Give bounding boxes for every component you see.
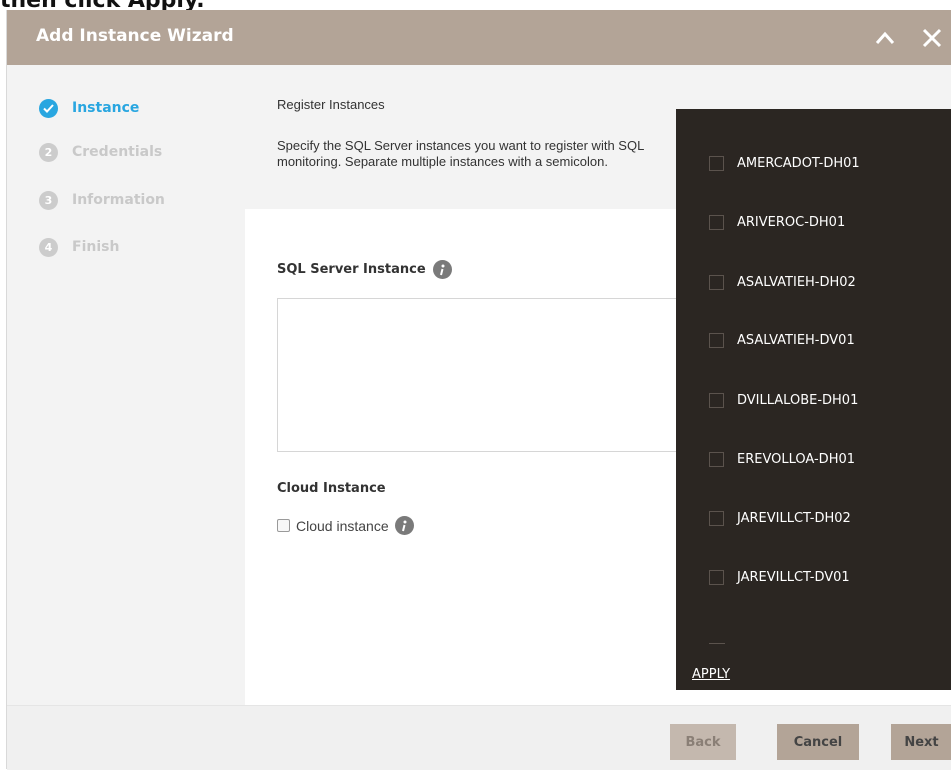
step-label: Instance [72, 100, 140, 116]
dropdown-item[interactable]: AMERCADOT-DH01 [709, 156, 860, 171]
cloud-instance-checkbox-row[interactable]: Cloud instance [277, 516, 414, 535]
step-number: 2 [39, 142, 58, 162]
dropdown-item[interactable]: JAREVILLCT-DH02 [709, 511, 851, 526]
next-button[interactable]: Next [891, 724, 951, 760]
section-description: Specify the SQL Server instances you wan… [277, 138, 644, 169]
cancel-button[interactable]: Cancel [777, 724, 859, 760]
chevron-up-icon [875, 31, 895, 44]
wizard-steps-sidebar: Instance 2 Credentials 3 Information 4 F… [7, 65, 245, 715]
dialog-footer: Back Cancel Next [7, 705, 951, 770]
dropdown-item[interactable]: ASALVATIEH-DV01 [709, 333, 855, 348]
cloud-instance-checkbox-label: Cloud instance [296, 517, 389, 534]
cloud-instance-heading: Cloud Instance [277, 481, 386, 496]
step-number: 3 [39, 190, 58, 210]
instance-dropdown-list: AMERCADOT-DH01 ARIVEROC-DH01 ASALVATIEH-… [676, 109, 951, 690]
dropdown-item[interactable]: JAREVILLCT-DV01 [709, 570, 850, 585]
sql-server-instance-input[interactable] [277, 298, 699, 452]
item-checkbox[interactable] [709, 511, 724, 526]
info-icon[interactable] [394, 516, 414, 535]
item-checkbox[interactable] [709, 215, 724, 230]
dropdown-item[interactable]: EREVOLLOA-DH01 [709, 452, 855, 467]
item-checkbox[interactable] [709, 393, 724, 408]
back-button[interactable]: Back [670, 724, 736, 760]
item-checkbox[interactable] [709, 156, 724, 171]
dialog-title: Add Instance Wizard [36, 26, 234, 46]
dropdown-item-label: DVILLALOBE-DH01 [737, 393, 859, 408]
dropdown-item-label: ASALVATIEH-DV01 [737, 333, 855, 348]
sql-server-instance-label: SQL Server Instance [277, 260, 452, 279]
dialog-titlebar: Add Instance Wizard [7, 10, 951, 65]
check-icon [39, 98, 58, 118]
item-checkbox[interactable] [709, 570, 724, 585]
dropdown-item[interactable]: DVILLALOBE-DH01 [709, 393, 858, 408]
info-icon[interactable] [432, 260, 452, 279]
item-checkbox[interactable] [709, 452, 724, 467]
page-caption: then click Apply. [0, 0, 205, 13]
step-instance[interactable]: Instance [39, 97, 139, 119]
section-title: Register Instances [277, 97, 385, 112]
dropdown-scroll-cutoff [709, 643, 725, 644]
close-icon [922, 28, 942, 48]
dropdown-item-label: JAREVILLCT-DV01 [737, 570, 850, 585]
cloud-instance-checkbox[interactable] [277, 519, 290, 532]
step-label: Credentials [72, 144, 163, 160]
item-checkbox[interactable] [709, 275, 724, 290]
close-button[interactable] [912, 16, 951, 60]
dropdown-item[interactable]: ARIVEROC-DH01 [709, 215, 845, 230]
dropdown-item-label: AMERCADOT-DH01 [737, 156, 860, 171]
dropdown-item-label: ASALVATIEH-DH02 [737, 275, 856, 290]
step-credentials: 2 Credentials [39, 141, 162, 163]
item-checkbox[interactable] [709, 333, 724, 348]
step-number: 4 [39, 237, 58, 257]
dropdown-item-label: EREVOLLOA-DH01 [737, 452, 856, 467]
dropdown-item-label: ARIVEROC-DH01 [737, 215, 846, 230]
add-instance-wizard-dialog: Add Instance Wizard Instance 2 Credentia… [6, 10, 951, 770]
step-label: Finish [72, 239, 120, 255]
step-label: Information [72, 192, 165, 208]
collapse-button[interactable] [865, 16, 905, 60]
step-information: 3 Information [39, 189, 165, 211]
apply-button[interactable]: APPLY [692, 667, 730, 682]
dropdown-item-label: JAREVILLCT-DH02 [737, 511, 851, 526]
dropdown-item[interactable]: ASALVATIEH-DH02 [709, 275, 856, 290]
step-finish: 4 Finish [39, 236, 119, 258]
